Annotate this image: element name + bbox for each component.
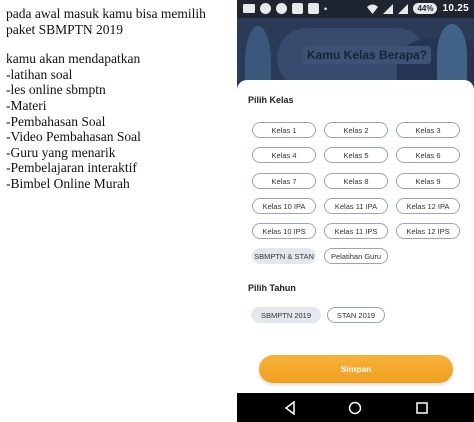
- kelas-chip-selected[interactable]: SBMPTN & STAN: [252, 248, 316, 264]
- caption-line: pada awal masuk kamu bisa memilih: [6, 6, 206, 21]
- kelas-chip[interactable]: Kelas 1: [252, 122, 316, 138]
- caption-intro: kamu akan mendapatkan: [6, 51, 141, 67]
- kelas-chip[interactable]: Kelas 4: [252, 147, 316, 163]
- kelas-chip[interactable]: Kelas 2: [324, 122, 388, 138]
- caption-list-item: -Guru yang menarik: [6, 144, 116, 160]
- selection-sheet: Pilih Kelas Kelas 1 Kelas 2 Kelas 3 Kela…: [237, 80, 474, 393]
- kelas-chip[interactable]: Kelas 11 IPA: [324, 198, 388, 214]
- whatsapp-icon: [260, 3, 271, 14]
- back-icon[interactable]: [283, 401, 297, 415]
- simpan-button[interactable]: Simpan: [259, 355, 453, 383]
- kelas-chip[interactable]: Kelas 7: [252, 173, 316, 189]
- caption-list-item: -Materi: [6, 97, 47, 113]
- gallery-icon: [292, 3, 303, 14]
- caption-text: pada awal masuk kamu bisa memilih paket …: [6, 6, 234, 192]
- section-label-kelas: Pilih Kelas: [248, 95, 294, 105]
- tree-illustration: [437, 24, 467, 84]
- kelas-chip[interactable]: Pelatihan Guru: [324, 248, 388, 264]
- kelas-chip[interactable]: Kelas 6: [396, 147, 460, 163]
- mail-icon: [243, 4, 255, 13]
- signal-icon: [383, 3, 394, 14]
- caption-list-item: -Bimbel Online Murah: [6, 175, 130, 191]
- tahun-chip[interactable]: STAN 2019: [327, 307, 385, 323]
- whatsapp-icon: [276, 3, 287, 14]
- status-time: 10.25: [442, 3, 469, 14]
- instagram-icon: [308, 3, 319, 14]
- caption-list-item: -Video Pembahasan Soal: [6, 129, 141, 145]
- kelas-chip[interactable]: Kelas 11 IPS: [324, 223, 388, 239]
- battery-indicator: 44%: [413, 3, 438, 14]
- wifi-icon: [367, 4, 379, 14]
- kelas-chip[interactable]: Kelas 12 IPA: [396, 198, 460, 214]
- tahun-chip-selected[interactable]: SBMPTN 2019: [251, 307, 321, 323]
- kelas-chip[interactable]: Kelas 12 IPS: [396, 223, 460, 239]
- kelas-chip[interactable]: Kelas 10 IPA: [252, 198, 316, 214]
- caption-list-item: -latihan soal: [6, 66, 73, 82]
- kelas-chip[interactable]: Kelas 3: [396, 122, 460, 138]
- more-notifications-icon: •: [324, 3, 328, 14]
- kelas-chip[interactable]: Kelas 10 IPS: [252, 223, 316, 239]
- kelas-chip[interactable]: Kelas 8: [324, 173, 388, 189]
- home-icon[interactable]: [348, 401, 362, 415]
- kelas-chip[interactable]: Kelas 5: [324, 147, 388, 163]
- android-nav-bar: [237, 393, 474, 422]
- recent-apps-icon[interactable]: [415, 401, 429, 415]
- phone-screen: • 44% 10.25 Kamu Kelas Berapa? Pilih Kel…: [237, 0, 474, 422]
- caption-list-item: -les online sbmptn: [6, 82, 106, 98]
- kelas-chip[interactable]: Kelas 9: [396, 173, 460, 189]
- caption-list-item: -Pembelajaran interaktif: [6, 160, 137, 176]
- status-bar: • 44% 10.25: [237, 0, 474, 18]
- section-label-tahun: Pilih Tahun: [248, 283, 296, 293]
- signal-icon: [398, 3, 409, 14]
- page-title: Kamu Kelas Berapa?: [303, 46, 432, 64]
- caption-line: paket SBMPTN 2019: [6, 21, 124, 37]
- caption-list-item: -Pembahasan Soal: [6, 113, 106, 129]
